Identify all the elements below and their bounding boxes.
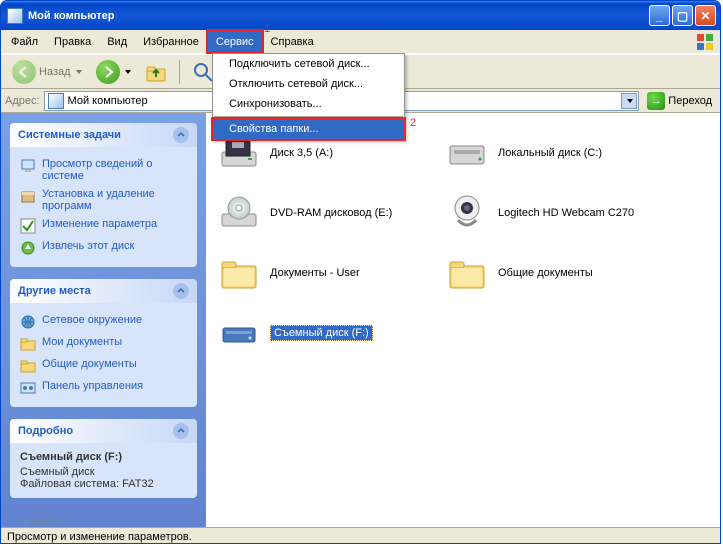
- folder-icon: [20, 358, 36, 374]
- drive-dvd[interactable]: DVD-RAM дисковод (E:): [216, 183, 426, 243]
- device-webcam[interactable]: Logitech HD Webcam C270: [444, 183, 654, 243]
- task-view-system-info[interactable]: Просмотр сведений о системе: [20, 155, 187, 185]
- item-label: Документы - User: [270, 267, 360, 279]
- eject-icon: [20, 240, 36, 256]
- panel-header[interactable]: Другие места: [10, 279, 197, 303]
- menu-separator: [214, 116, 403, 117]
- window-title: Мой компьютер: [28, 10, 649, 22]
- menu-edit[interactable]: Правка: [46, 30, 99, 53]
- task-eject-disk[interactable]: Извлечь этот диск: [20, 237, 187, 259]
- panel-title: Другие места: [18, 285, 91, 297]
- back-icon: [12, 60, 36, 84]
- folder-shared-documents[interactable]: Общие документы: [444, 243, 654, 303]
- removable-drive-icon: [218, 312, 260, 354]
- dvd-drive-icon: [218, 192, 260, 234]
- panel-details: Подробно Съемный диск (F:) Съемный диск …: [10, 419, 197, 498]
- back-label: Назад: [39, 66, 71, 78]
- item-label: Общие документы: [498, 267, 593, 279]
- item-label: Локальный диск (C:): [498, 147, 602, 159]
- annotation-2: 2: [410, 117, 416, 129]
- forward-button[interactable]: [91, 58, 136, 86]
- menu-item-disconnect-network-drive[interactable]: Отключить сетевой диск...: [213, 74, 404, 94]
- menu-tools[interactable]: Сервис: [207, 30, 263, 53]
- content-area: Системные задачи Просмотр сведений о сис…: [1, 113, 720, 527]
- panel-title: Подробно: [18, 425, 73, 437]
- status-bar: Просмотр и изменение параметров.: [1, 527, 720, 544]
- link-network-places[interactable]: Сетевое окружение: [20, 311, 187, 333]
- panel-title: Системные задачи: [18, 129, 121, 141]
- windows-flag-icon: [696, 33, 714, 51]
- explorer-window: Мой компьютер _ ▢ ✕ Файл Правка Вид Избр…: [0, 0, 721, 544]
- maximize-button[interactable]: ▢: [672, 5, 693, 26]
- tasks-sidebar: Системные задачи Просмотр сведений о сис…: [1, 113, 206, 527]
- folder-documents-user[interactable]: Документы - User: [216, 243, 426, 303]
- checkmark-icon: [20, 218, 36, 234]
- menu-item-folder-options[interactable]: Свойства папки...: [213, 119, 404, 139]
- item-label: Диск 3,5 (A:): [270, 147, 333, 159]
- drive-removable-f[interactable]: Съемный диск (F:): [216, 303, 426, 363]
- folder-icon: [218, 252, 260, 294]
- annotation-1: 1: [264, 23, 270, 35]
- item-label: Logitech HD Webcam C270: [498, 207, 634, 219]
- menu-file[interactable]: Файл: [3, 30, 46, 53]
- collapse-icon: [173, 423, 189, 439]
- globe-icon: [20, 314, 36, 330]
- control-panel-icon: [20, 380, 36, 396]
- details-filesystem: Файловая система: FAT32: [20, 478, 187, 490]
- tools-dropdown-menu: Подключить сетевой диск... Отключить сет…: [212, 53, 405, 140]
- folder-icon: [446, 252, 488, 294]
- file-list-view[interactable]: Диск 3,5 (A:) Локальный диск (C:) DVD-RA…: [206, 113, 720, 527]
- menu-bar: Файл Правка Вид Избранное Сервис Справка: [1, 30, 720, 54]
- menu-favorites[interactable]: Избранное: [135, 30, 207, 53]
- go-label: Переход: [668, 95, 712, 107]
- menu-item-map-network-drive[interactable]: Подключить сетевой диск...: [213, 54, 404, 74]
- details-item-type: Съемный диск: [20, 466, 187, 478]
- task-change-setting[interactable]: Изменение параметра: [20, 215, 187, 237]
- menu-item-synchronize[interactable]: Синхронизовать...: [213, 94, 404, 114]
- folder-icon: [20, 336, 36, 352]
- folder-up-icon: [145, 61, 167, 83]
- package-icon: [20, 188, 36, 204]
- chevron-down-icon: [125, 70, 131, 74]
- forward-icon: [96, 60, 120, 84]
- close-button[interactable]: ✕: [695, 5, 716, 26]
- chevron-down-icon: [76, 70, 82, 74]
- menu-help[interactable]: Справка: [263, 30, 322, 53]
- panel-other-places: Другие места Сетевое окружение Мои докум…: [10, 279, 197, 407]
- link-shared-documents[interactable]: Общие документы: [20, 355, 187, 377]
- back-button[interactable]: Назад: [7, 58, 87, 86]
- up-button[interactable]: [140, 59, 172, 85]
- item-label: DVD-RAM дисковод (E:): [270, 207, 392, 219]
- link-my-documents[interactable]: Мои документы: [20, 333, 187, 355]
- minimize-button[interactable]: _: [649, 5, 670, 26]
- title-bar[interactable]: Мой компьютер _ ▢ ✕: [1, 1, 720, 30]
- computer-icon: [20, 158, 36, 174]
- go-icon: →: [647, 92, 665, 110]
- item-label: Съемный диск (F:): [270, 325, 373, 341]
- go-button[interactable]: → Переход: [643, 92, 716, 110]
- panel-system-tasks: Системные задачи Просмотр сведений о сис…: [10, 123, 197, 267]
- status-text: Просмотр и изменение параметров.: [7, 531, 192, 543]
- menu-view[interactable]: Вид: [99, 30, 135, 53]
- address-text: Мой компьютер: [68, 95, 148, 107]
- details-item-name: Съемный диск (F:): [20, 451, 187, 463]
- search-icon: [192, 61, 214, 83]
- panel-header[interactable]: Системные задачи: [10, 123, 197, 147]
- webcam-icon: [446, 192, 488, 234]
- link-control-panel[interactable]: Панель управления: [20, 377, 187, 399]
- drive-local-c[interactable]: Локальный диск (C:): [444, 123, 654, 183]
- task-add-remove-programs[interactable]: Установка и удаление программ: [20, 185, 187, 215]
- collapse-icon: [173, 127, 189, 143]
- my-computer-icon: [48, 93, 64, 109]
- chevron-down-icon: [627, 99, 633, 103]
- my-computer-icon: [7, 8, 23, 24]
- address-label: Адрес:: [5, 95, 40, 107]
- panel-header[interactable]: Подробно: [10, 419, 197, 443]
- address-dropdown-button[interactable]: [621, 93, 637, 109]
- collapse-icon: [173, 283, 189, 299]
- hard-drive-icon: [446, 132, 488, 174]
